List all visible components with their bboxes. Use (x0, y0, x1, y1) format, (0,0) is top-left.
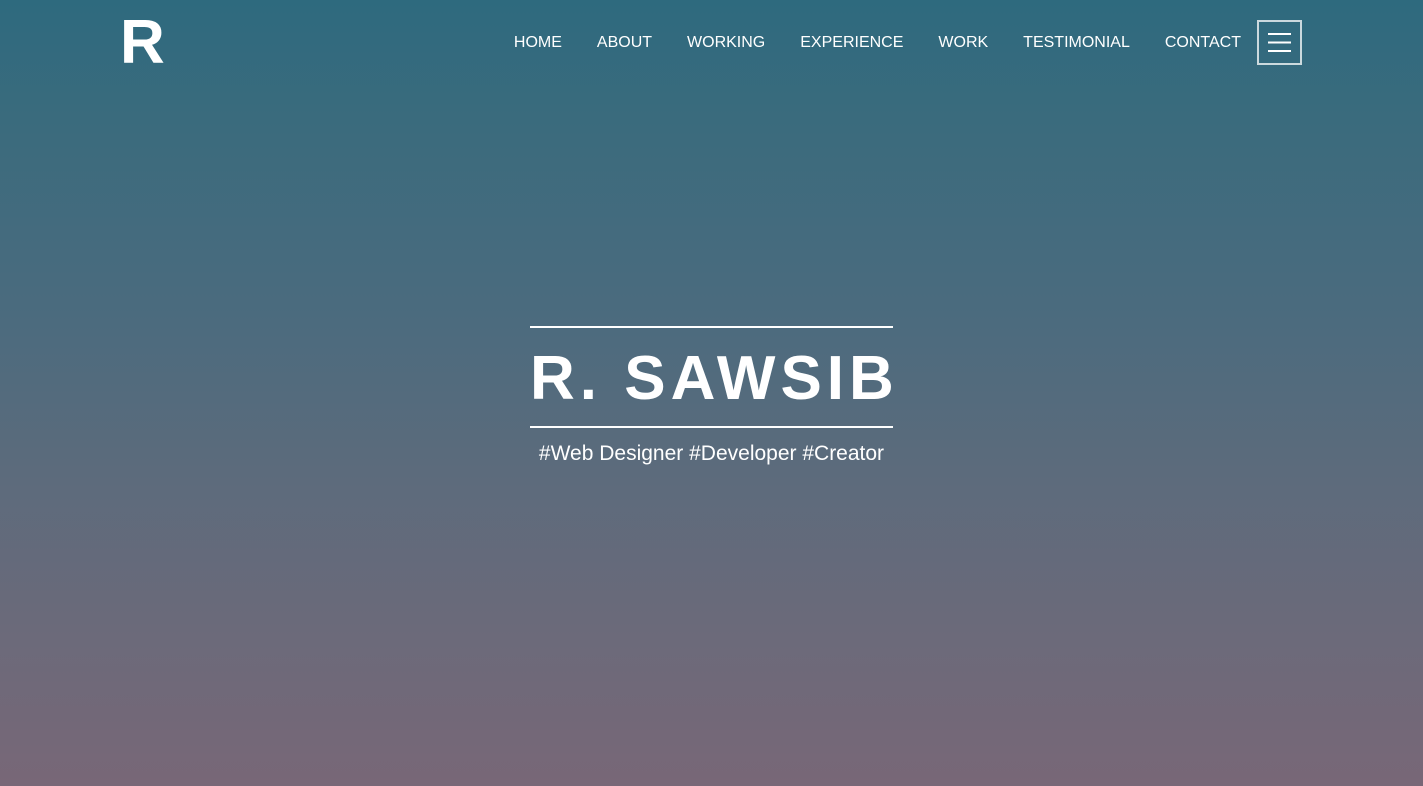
main-nav: HOME ABOUT WORKING EXPERIENCE WORK TESTI… (479, 33, 1241, 53)
nav-item-home[interactable]: HOME (514, 33, 562, 53)
nav-item-experience[interactable]: EXPERIENCE (800, 33, 903, 53)
nav-item-about[interactable]: ABOUT (597, 33, 652, 53)
menu-button[interactable] (1257, 20, 1302, 65)
hero-section: R. SAWSIB #Web Designer #Developer #Crea… (530, 326, 899, 467)
hero-tagline: #Web Designer #Developer #Creator (538, 442, 885, 465)
hero-title: R. SAWSIB (530, 344, 899, 413)
hamburger-menu-icon (1268, 33, 1291, 52)
nav-item-testimonial[interactable]: TESTIMONIAL (1023, 33, 1130, 53)
nav-item-work[interactable]: WORK (938, 33, 988, 53)
nav-item-contact[interactable]: CONTACT (1165, 33, 1241, 53)
site-header: R HOME ABOUT WORKING EXPERIENCE WORK TES… (0, 0, 1423, 86)
hero-bottom-divider (530, 426, 893, 428)
site-logo[interactable]: R (120, 12, 165, 74)
nav-item-working[interactable]: WORKING (687, 33, 765, 53)
